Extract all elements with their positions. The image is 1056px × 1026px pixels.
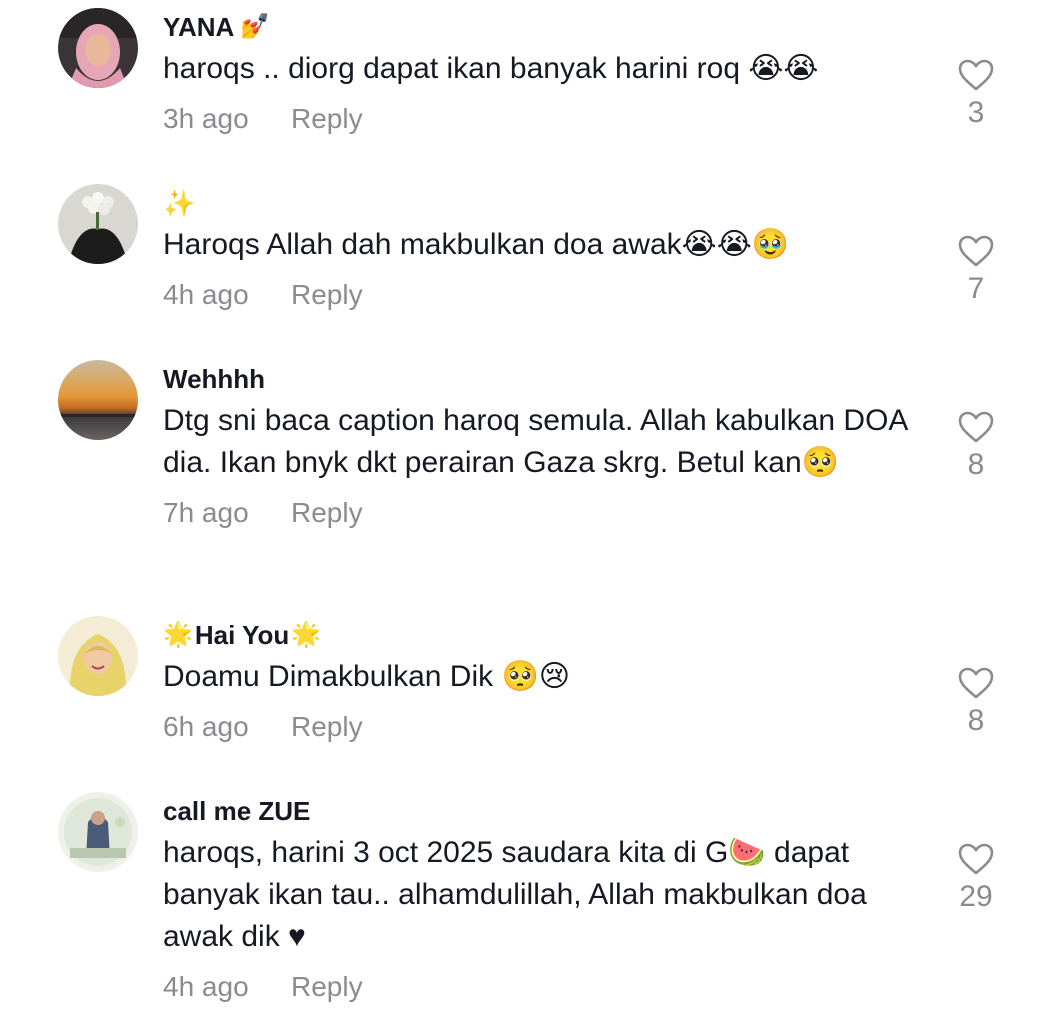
heart-outline-icon[interactable] <box>957 58 995 92</box>
like-count: 3 <box>967 96 985 129</box>
heart-outline-icon[interactable] <box>957 234 995 268</box>
username-text[interactable]: Hai You <box>195 620 289 650</box>
like-control[interactable]: 3 <box>940 58 1012 130</box>
like-count: 8 <box>967 448 985 481</box>
reply-button[interactable]: Reply <box>291 497 363 529</box>
username[interactable]: YANA 💅 <box>163 12 923 42</box>
heart-outline-icon[interactable] <box>957 666 995 700</box>
reply-button[interactable]: Reply <box>291 279 363 311</box>
username[interactable]: Wehhhh <box>163 364 923 394</box>
avatar[interactable] <box>58 184 138 264</box>
like-count: 8 <box>967 704 985 737</box>
avatar[interactable] <box>58 360 138 440</box>
username[interactable]: call me ZUE <box>163 796 923 826</box>
heart-outline-icon[interactable] <box>957 842 995 876</box>
username[interactable]: ✨ <box>163 188 923 218</box>
like-count: 7 <box>967 272 985 305</box>
username-text[interactable]: call me ZUE <box>163 796 310 826</box>
avatar[interactable] <box>58 8 138 88</box>
glowing-star-icon: 🌟 <box>291 621 322 648</box>
glowing-star-icon: 🌟 <box>163 621 193 648</box>
username-text[interactable]: Wehhhh <box>163 364 265 394</box>
comment-timestamp: 4h ago <box>163 971 249 1002</box>
avatar[interactable] <box>58 616 138 696</box>
reply-button[interactable]: Reply <box>291 711 363 743</box>
like-control[interactable]: 8 <box>940 410 1012 482</box>
avatar[interactable] <box>58 792 138 872</box>
nail-polish-icon: 💅 <box>240 13 271 40</box>
comment-timestamp: 6h ago <box>163 711 249 742</box>
comment-text: Doamu Dimakbulkan Dik 🥺😢 <box>163 660 571 693</box>
comment-text: Dtg sni baca caption haroq semula. Allah… <box>163 404 907 479</box>
comment-timestamp: 3h ago <box>163 103 249 134</box>
reply-button[interactable]: Reply <box>291 971 363 1003</box>
comment-timestamp: 7h ago <box>163 497 249 528</box>
like-count: 29 <box>959 880 993 913</box>
like-control[interactable]: 8 <box>940 666 1012 738</box>
comment-text: Haroqs Allah dah makbulkan doa awak😭😭🥹 <box>163 228 790 261</box>
like-control[interactable]: 29 <box>940 842 1012 914</box>
comment-text: haroqs .. diorg dapat ikan banyak harini… <box>163 52 819 85</box>
comment-timestamp: 4h ago <box>163 279 249 310</box>
username-text[interactable]: ✨ <box>163 188 195 218</box>
username[interactable]: 🌟 Hai You 🌟 <box>163 620 923 650</box>
username-text[interactable]: YANA <box>163 12 234 42</box>
comment-text: haroqs, harini 3 oct 2025 saudara kita d… <box>163 836 867 953</box>
reply-button[interactable]: Reply <box>291 103 363 135</box>
heart-outline-icon[interactable] <box>957 410 995 444</box>
like-control[interactable]: 7 <box>940 234 1012 306</box>
